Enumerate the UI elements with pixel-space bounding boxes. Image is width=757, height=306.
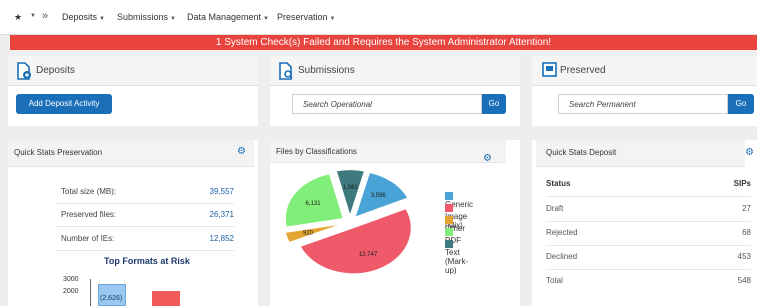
archive-icon <box>542 62 557 79</box>
nav-submissions[interactable]: Submissions ▼ <box>117 12 176 22</box>
quick-stats-deposit-panel: Quick Stats Deposit ⚙ Status SIPs Draft … <box>532 140 757 306</box>
legend-swatch <box>445 239 453 248</box>
stat-label: Number of IEs: <box>61 234 115 243</box>
stat-row-number-of-ies: Number of IEs: 12,852 <box>56 228 234 251</box>
stat-label: Preserved files: <box>61 210 117 219</box>
legend-swatch <box>445 203 453 212</box>
star-icon[interactable]: ★ <box>14 12 22 23</box>
deposit-table-header: Status SIPs <box>546 172 751 197</box>
y-tick-label: 2000 <box>63 288 79 295</box>
quick-stats-preservation-title: Quick Stats Preservation <box>14 148 103 157</box>
top-nav: ★ ▼ » Deposits ▼ Submissions ▼ Data Manage… <box>0 0 757 35</box>
search-permanent-input[interactable]: Search Permanent <box>558 94 728 114</box>
deposits-panel-header: Deposits <box>8 56 258 86</box>
pie-slice-label: 3,596 <box>371 193 387 199</box>
y-tick-label: 3000 <box>63 276 79 283</box>
status-label: Rejected <box>546 228 578 237</box>
status-label: Declined <box>546 252 578 261</box>
preserved-title: Preserved <box>560 65 606 76</box>
legend-swatch <box>445 191 453 200</box>
sips-column-header: SIPs <box>733 179 751 188</box>
gear-icon[interactable]: ⚙ <box>745 147 754 158</box>
deposit-file-icon <box>16 62 32 82</box>
quick-stats-preservation-header: Quick Stats Preservation <box>8 140 254 167</box>
deposits-title: Deposits <box>36 65 75 76</box>
stat-label: Total size (MB): <box>61 187 117 196</box>
system-check-alert[interactable]: 1 System Check(s) Failed and Requires th… <box>10 35 757 50</box>
stat-row-total-size: Total size (MB): 39,557 <box>56 181 234 204</box>
chevron-down-icon: ▼ <box>329 16 336 22</box>
chevron-down-icon: ▼ <box>263 16 269 22</box>
top-formats-at-risk-title: Top Formats at Risk <box>104 256 190 266</box>
quick-stats-deposit-title: Quick Stats Deposit <box>546 148 617 157</box>
pie-slice-label: 920 <box>303 230 314 236</box>
submissions-title: Submissions <box>298 65 355 76</box>
deposits-panel: Deposits Add Deposit Activity <box>8 56 258 126</box>
table-row: Total 548 <box>546 269 751 293</box>
y-axis-line <box>90 279 91 306</box>
sips-value[interactable]: 27 <box>742 204 751 213</box>
quick-stats-preservation-panel: Quick Stats Preservation ⚙ Total size (M… <box>8 140 258 306</box>
status-label: Draft <box>546 204 564 213</box>
files-by-classifications-title: Files by Classifications <box>276 147 357 156</box>
table-row: Rejected 68 <box>546 221 751 246</box>
submissions-panel: Submissions Search Operational Go <box>270 56 520 126</box>
classification-pie-chart: 3,596 12,747 920 6,131 1,981 <box>284 169 412 275</box>
stat-row-preserved-files: Preserved files: 26,371 <box>56 204 234 227</box>
nav-deposits[interactable]: Deposits ▼ <box>62 12 105 22</box>
sips-value[interactable]: 453 <box>738 252 751 261</box>
status-label: Total <box>546 276 563 285</box>
stat-value[interactable]: 39,557 <box>210 187 234 196</box>
legend-label: Text (Mark-up) <box>445 248 469 275</box>
gear-icon[interactable]: ⚙ <box>483 153 492 164</box>
status-column-header: Status <box>546 179 571 188</box>
risk-bar[interactable] <box>152 291 180 306</box>
preserved-panel: Preserved Search Permanent Go <box>532 56 757 126</box>
legend-item[interactable]: Text (Mark-up) <box>445 239 468 275</box>
chevron-down-icon: ▼ <box>170 16 176 22</box>
stat-value[interactable]: 26,371 <box>210 210 234 219</box>
sips-value[interactable]: 68 <box>742 228 751 237</box>
nav-data-management[interactable]: Data Management ▼ <box>187 12 269 22</box>
pie-slice-label: 12,747 <box>359 252 378 258</box>
search-file-icon <box>278 62 294 82</box>
legend-swatch <box>445 227 453 236</box>
double-chevron-icon[interactable]: » <box>42 10 48 22</box>
pie-slice-label: 1,981 <box>343 185 359 191</box>
submissions-panel-header: Submissions <box>270 56 520 86</box>
stat-value[interactable]: 12,852 <box>210 234 234 243</box>
pie-slice-label: 6,131 <box>306 201 322 207</box>
preserved-panel-header: Preserved <box>532 56 757 86</box>
search-operational-input[interactable]: Search Operational <box>292 94 482 114</box>
preserved-go-button[interactable]: Go <box>728 94 754 114</box>
gear-icon[interactable]: ⚙ <box>237 146 246 157</box>
sips-value[interactable]: 548 <box>738 276 751 285</box>
star-dropdown-caret-icon[interactable]: ▼ <box>30 13 36 19</box>
chevron-down-icon: ▼ <box>99 16 105 22</box>
legend-swatch <box>445 215 453 224</box>
table-row: Draft 27 <box>546 197 751 222</box>
bar-value-label: (2,626) <box>100 295 123 302</box>
quick-stats-deposit-header: Quick Stats Deposit <box>536 140 745 167</box>
add-deposit-activity-button[interactable]: Add Deposit Activity <box>16 94 112 114</box>
nav-preservation[interactable]: Preservation ▼ <box>277 12 335 22</box>
table-row: Declined 453 <box>546 245 751 270</box>
submissions-go-button[interactable]: Go <box>482 94 506 114</box>
